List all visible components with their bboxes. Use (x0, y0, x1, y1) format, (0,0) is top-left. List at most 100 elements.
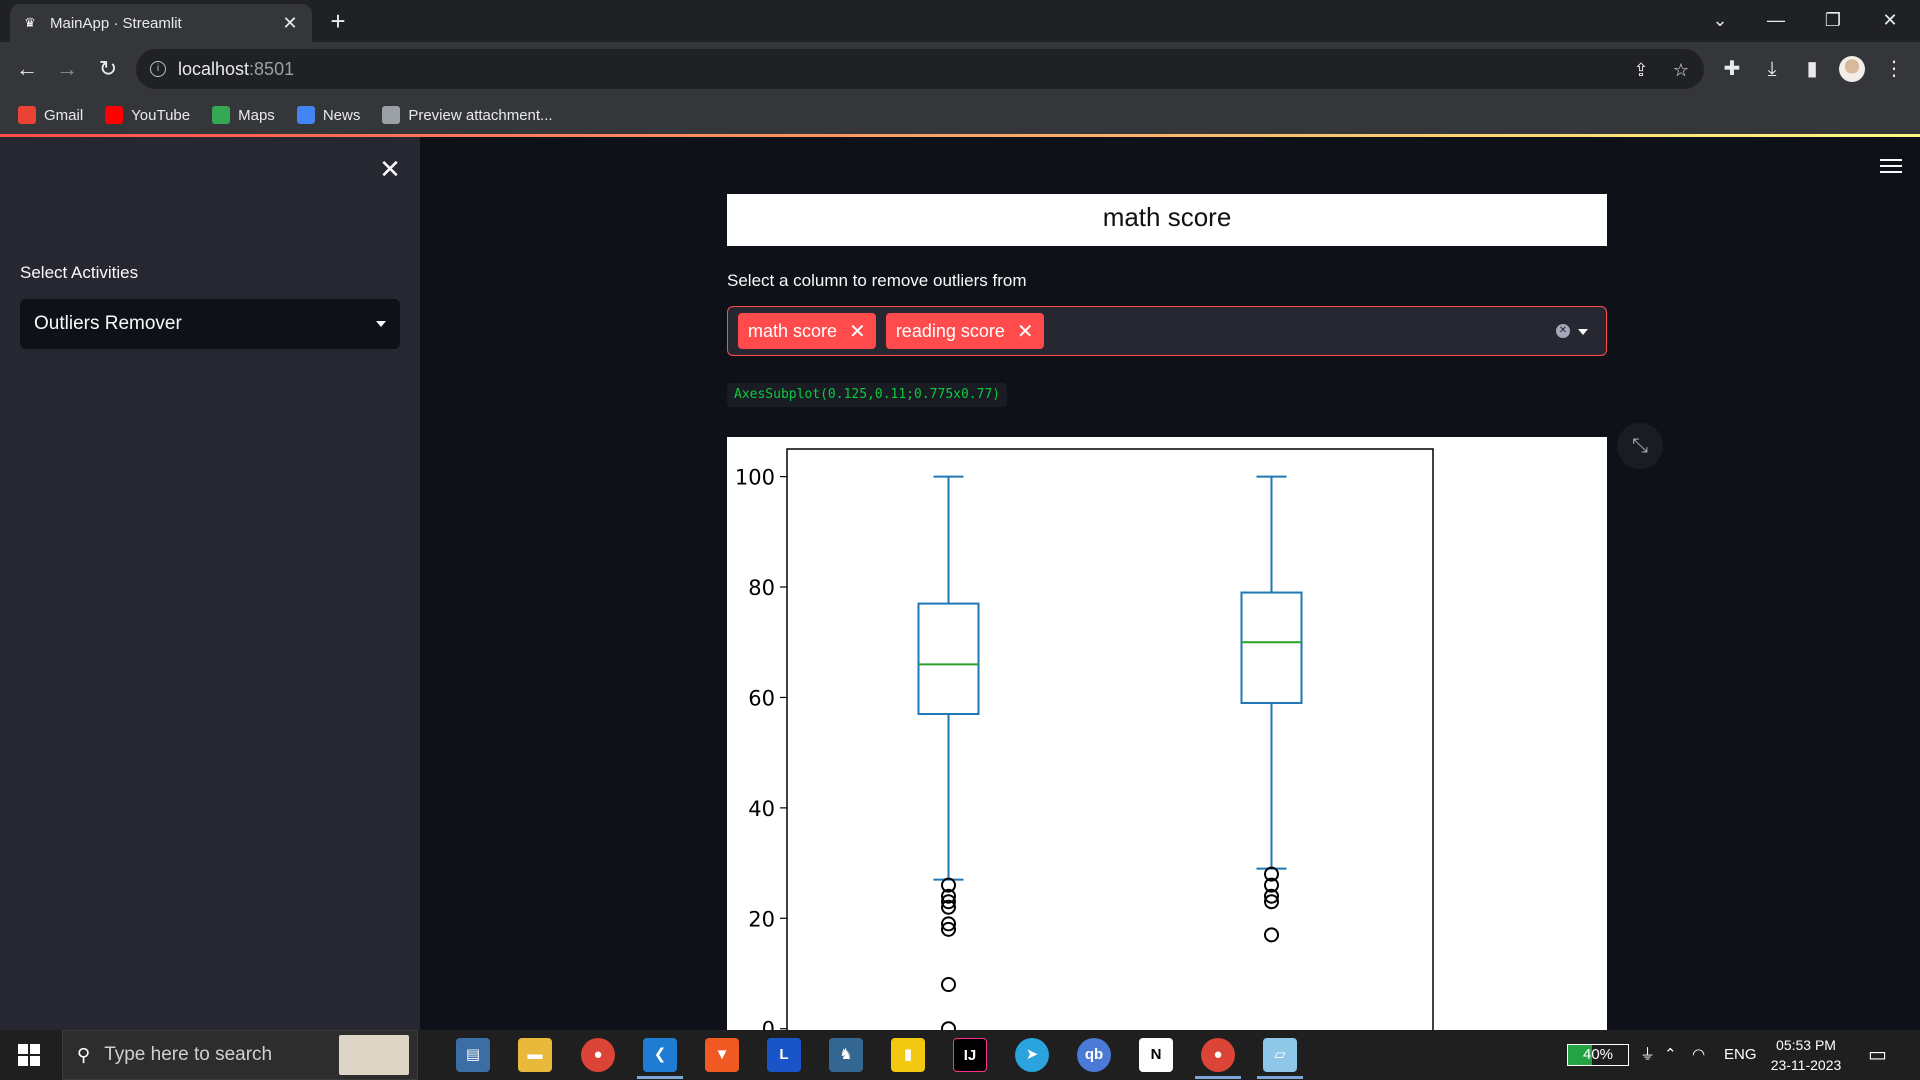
url-text: localhost:8501 (178, 58, 295, 79)
bookmark-item[interactable]: News (296, 106, 361, 124)
windows-taskbar: ⚲ Type here to search ▤ ▬ ● ❮ ▼ L ♞ ▮ IJ… (0, 1030, 1920, 1080)
minimize-button[interactable]: — (1756, 6, 1796, 34)
notifications-icon[interactable]: ▭ (1868, 1044, 1887, 1066)
search-icon: ⚲ (77, 1044, 91, 1065)
telegram-icon[interactable]: ➤ (1015, 1038, 1049, 1072)
windows-start-icon[interactable] (18, 1044, 40, 1066)
notion-icon[interactable]: N (1139, 1038, 1173, 1072)
chevron-down-icon (376, 321, 386, 327)
file-explorer-icon[interactable]: ▬ (518, 1038, 552, 1072)
qbittorrent-icon[interactable]: qb (1077, 1038, 1111, 1072)
notepad-icon[interactable]: ▱ (1263, 1038, 1297, 1072)
address-bar[interactable]: i localhost:8501 ⇪ ☆ (136, 49, 1704, 89)
wifi-icon[interactable]: ◠ (1692, 1044, 1705, 1066)
box (1240, 591, 1303, 704)
restore-button[interactable]: ❐ (1813, 6, 1853, 34)
close-sidebar-icon[interactable]: ✕ (378, 156, 402, 182)
bookmark-star-icon[interactable]: ☆ (1670, 59, 1692, 81)
maps-icon (212, 106, 231, 124)
y-tick-label: 0 (762, 1018, 775, 1030)
reload-button[interactable]: ↻ (94, 55, 122, 83)
screen: ♛ MainApp · Streamlit ✕ + ⌄ — ❐ ✕ ← → ↻ … (0, 0, 1920, 1080)
bookmark-label: Gmail (44, 106, 84, 124)
selected-tag[interactable]: reading score ✕ (885, 313, 1044, 349)
axes-frame (786, 448, 1434, 1030)
youtube-icon (105, 106, 124, 124)
tab-search-icon[interactable]: ⌄ (1700, 6, 1740, 34)
site-info-icon[interactable]: i (150, 61, 166, 77)
outlier-point (1264, 927, 1279, 943)
close-window-button[interactable]: ✕ (1870, 6, 1910, 34)
chrome-icon[interactable]: ● (1201, 1038, 1235, 1072)
chevron-down-icon[interactable] (1578, 329, 1588, 335)
selected-tag[interactable]: math score ✕ (738, 313, 876, 349)
extensions-icon[interactable]: ✚ (1718, 55, 1746, 83)
bookmark-item[interactable]: Gmail (18, 106, 83, 124)
forward-button[interactable]: → (53, 55, 81, 83)
tag-label: math score (748, 320, 838, 341)
clock-time: 05:53 PM (1776, 1037, 1836, 1053)
close-tab-icon[interactable]: ✕ (280, 13, 300, 34)
postgres-icon[interactable]: ♞ (829, 1038, 863, 1072)
browser-tab-bar: ♛ MainApp · Streamlit ✕ + ⌄ — ❐ ✕ (0, 0, 1920, 42)
new-tab-button[interactable]: + (326, 8, 350, 34)
bookmark-label: News (322, 106, 361, 124)
y-tick-label: 100 (735, 466, 775, 490)
language-indicator[interactable]: ENG (1724, 1044, 1757, 1066)
side-panel-icon[interactable]: ▮ (1798, 55, 1826, 83)
charging-plug-icon: ⏚ (1640, 1046, 1656, 1063)
remove-tag-icon[interactable]: ✕ (849, 319, 866, 344)
taskbar-search-box[interactable]: ⚲ Type here to search (62, 1030, 418, 1080)
column-header: math score (727, 194, 1607, 246)
bookmark-item[interactable]: Preview attachment... (382, 106, 553, 124)
box (917, 602, 980, 716)
sidebar: ✕ Select Activities Outliers Remover (0, 137, 420, 1030)
bookmark-item[interactable]: YouTube (105, 106, 190, 124)
code-output: AxesSubplot(0.125,0.11;0.775x0.77) (727, 383, 1008, 407)
desktop-app-icon[interactable]: ▤ (456, 1038, 490, 1072)
activities-selectbox[interactable]: Outliers Remover (20, 299, 400, 349)
tab-title: MainApp · Streamlit (50, 14, 182, 32)
profile-avatar[interactable] (1839, 56, 1865, 82)
outlier-point (941, 1021, 956, 1030)
bookmark-label: YouTube (131, 106, 191, 124)
download-icon[interactable]: ⤓ (1758, 55, 1786, 83)
l-app-icon[interactable]: L (767, 1038, 801, 1072)
fullscreen-icon[interactable]: ⤡ (1617, 423, 1663, 469)
select-activities-label: Select Activities (20, 263, 139, 282)
search-highlight-image (339, 1035, 409, 1075)
y-tick-label: 20 (748, 907, 775, 931)
brave-icon[interactable]: ▼ (705, 1038, 739, 1072)
bookmark-item[interactable]: Maps (212, 106, 275, 124)
browser-tab[interactable]: ♛ MainApp · Streamlit ✕ (10, 4, 312, 42)
active-app-indicator (637, 1076, 683, 1079)
active-app-indicator (1195, 1076, 1241, 1079)
bookmark-label: Preview attachment... (408, 106, 553, 124)
chrome-icon[interactable]: ● (581, 1038, 615, 1072)
active-app-indicator (1257, 1076, 1303, 1079)
show-hidden-icons-chevron[interactable]: ⌃ (1664, 1044, 1677, 1066)
streamlit-icon: ♛ (24, 15, 36, 30)
gmail-icon (18, 106, 36, 124)
back-button[interactable]: ← (13, 55, 41, 83)
activities-selected-value: Outliers Remover (34, 313, 182, 334)
clock[interactable]: 05:53 PM 23-11-2023 (1766, 1035, 1846, 1075)
clear-all-icon[interactable]: ✕ (1556, 324, 1570, 338)
vscode-icon[interactable]: ❮ (643, 1038, 677, 1072)
y-tick-label: 60 (748, 686, 775, 710)
news-icon (296, 106, 315, 124)
more-menu-icon[interactable]: ⋮ (1880, 55, 1908, 83)
column-multiselect[interactable]: math score ✕ reading score ✕ ✕ (727, 306, 1607, 356)
bookmarks-bar: Gmail YouTube Maps News Preview attachment..… (0, 96, 1920, 134)
remove-tag-icon[interactable]: ✕ (1017, 319, 1034, 344)
powerbi-icon[interactable]: ▮ (891, 1038, 925, 1072)
battery-indicator[interactable]: 40% (1567, 1044, 1629, 1066)
globe-icon (382, 106, 401, 124)
intellij-icon[interactable]: IJ (953, 1038, 987, 1072)
outlier-point (941, 977, 956, 993)
browser-toolbar: ← → ↻ i localhost:8501 ⇪ ☆ ✚ ⤓ ▮ ⋮ (0, 42, 1920, 96)
boxplot-figure: 0 20 40 60 80 100 (727, 437, 1607, 1030)
tag-label: reading score (895, 320, 1005, 341)
share-icon[interactable]: ⇪ (1630, 59, 1652, 81)
hamburger-menu-icon[interactable] (1880, 159, 1902, 175)
